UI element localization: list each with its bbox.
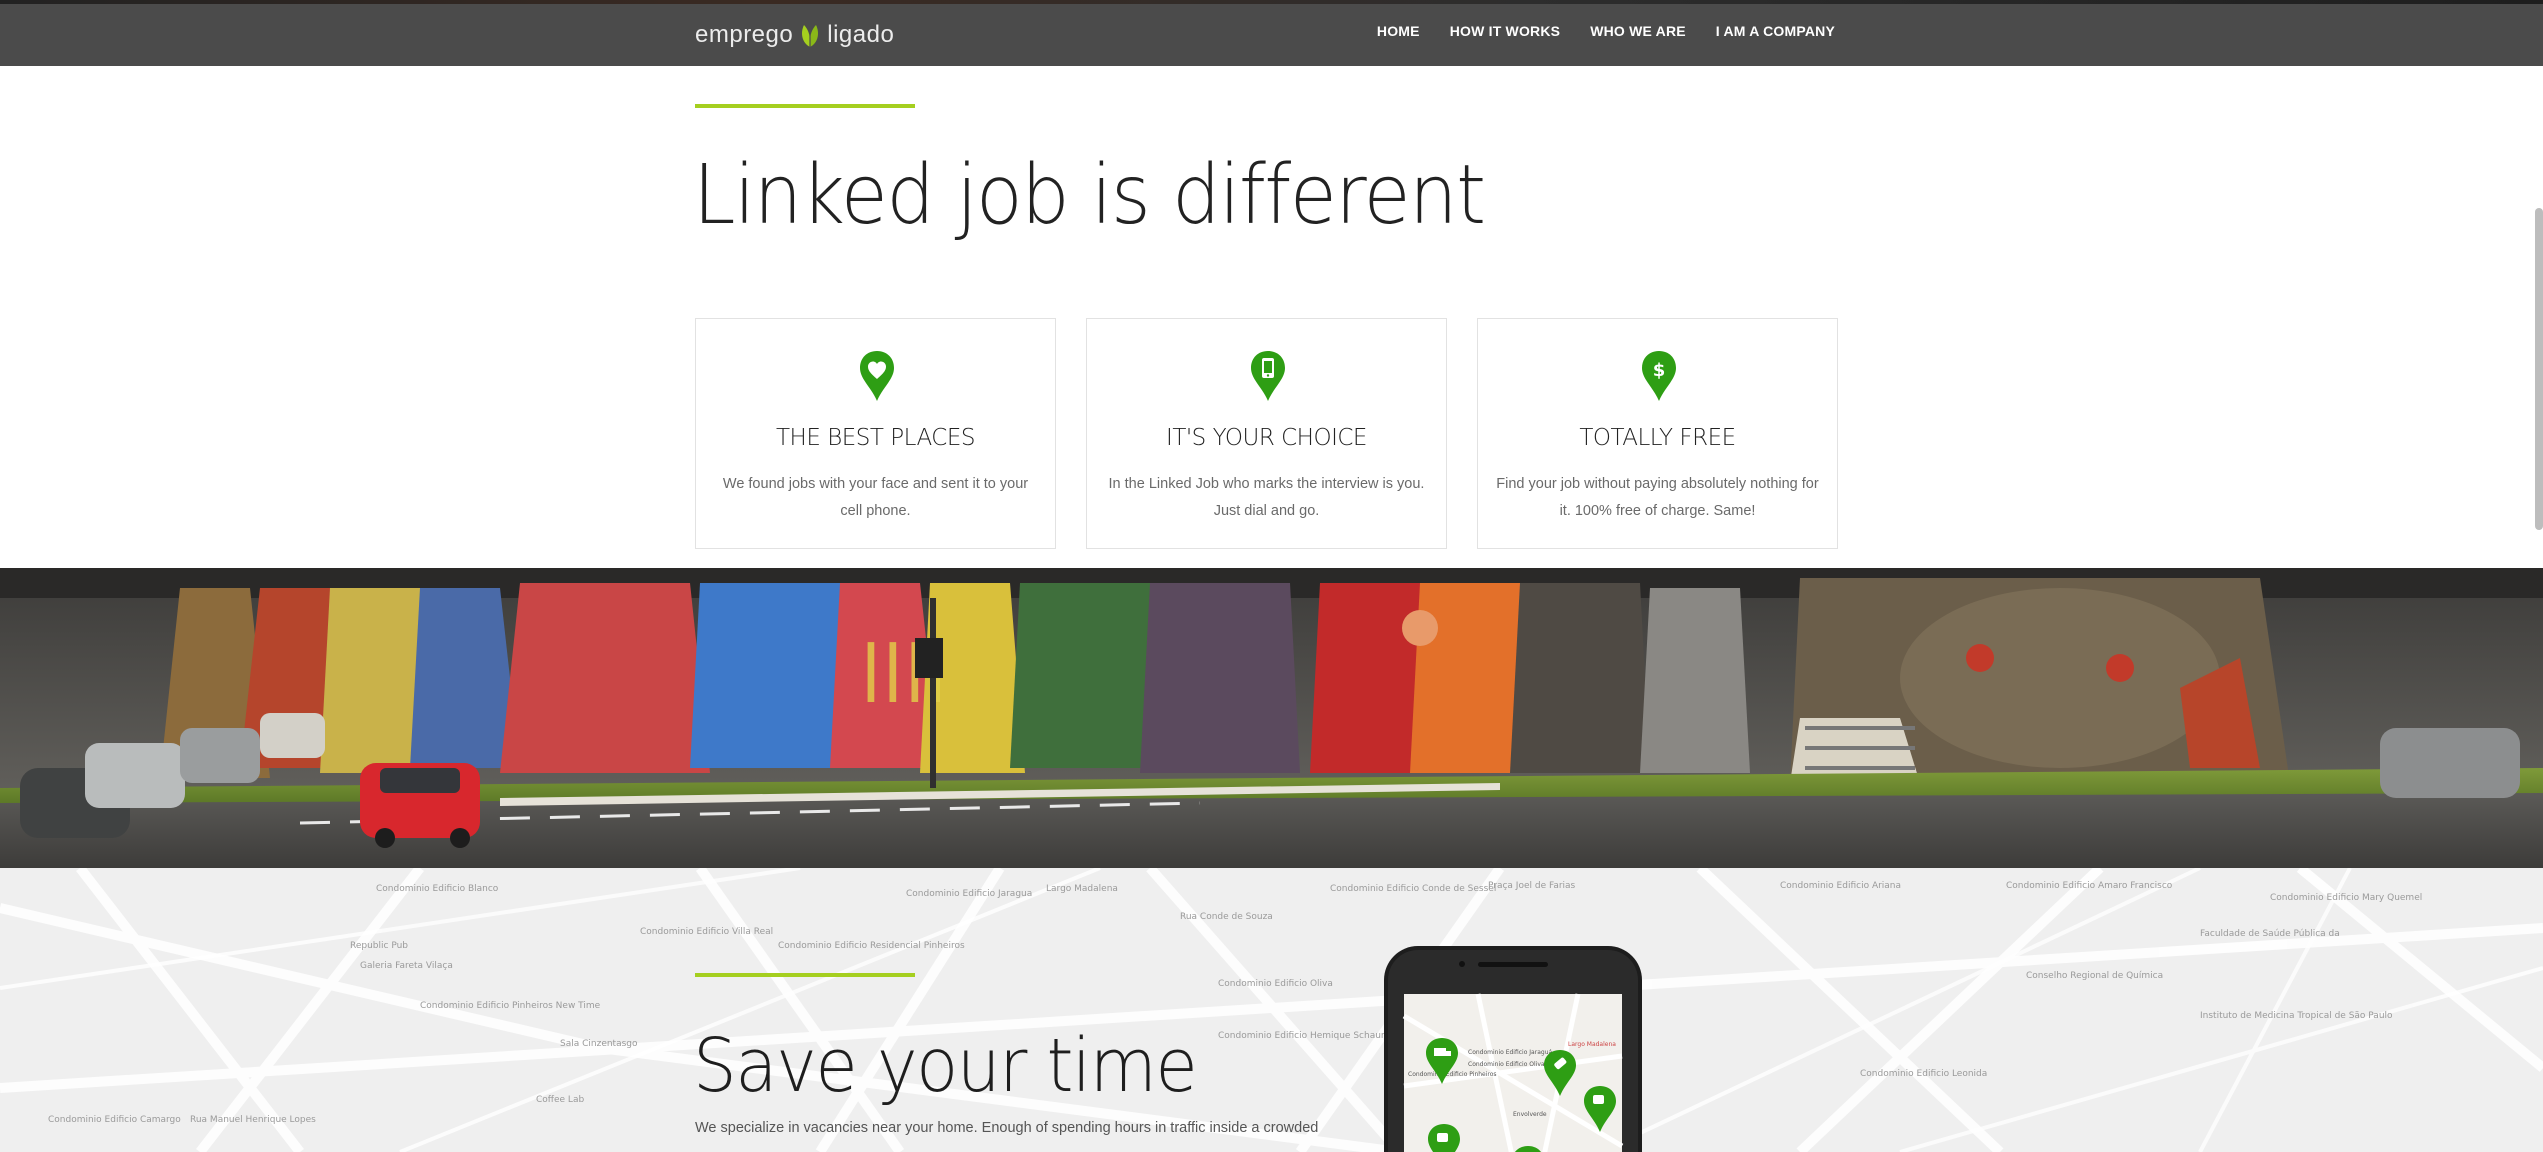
nav-home[interactable]: HOME (1377, 23, 1420, 39)
banner-illustration: |||| (0, 568, 2543, 868)
heart-pin-icon (860, 351, 894, 401)
map-label: Condominio Edificio Blanco (376, 884, 499, 894)
map-label: Condominio Edificio Oliva (1218, 979, 1333, 989)
logo-text-right: ligado (827, 21, 895, 48)
phone-map-label: Largo Madalena (1568, 1041, 1616, 1048)
phone-map-label: Condominio Edificio Jaraguá (1468, 1049, 1552, 1056)
nav-how-it-works[interactable]: HOW IT WORKS (1450, 23, 1561, 39)
map-label: Instituto de Medicina Tropical de São Pa… (2200, 1011, 2393, 1021)
map-label: Rua Conde de Souza (1180, 912, 1273, 922)
section-title: Linked job is different (693, 148, 1486, 243)
street-map-background: Condominio Edificio Blanco Condominio Ed… (0, 868, 2543, 1152)
map-label: Condominio Edificio Leonida (1860, 1069, 1987, 1079)
map-label: Condominio Edificio Residencial Pinheiro… (778, 941, 965, 951)
section-description: We specialize in vacancies near your hom… (695, 1120, 1319, 1136)
map-label: Rua Manuel Henrique Lopes (190, 1115, 316, 1125)
phone-mockup: Condominio Edificio Jaraguá Largo Madale… (1384, 946, 1642, 1152)
feature-description: We found jobs with your face and sent it… (722, 476, 1029, 519)
map-label: Condominio Edificio Jaragua (906, 889, 1032, 899)
section-accent-rule (695, 104, 915, 108)
map-label: Condominio Edificio Pinheiros New Time (420, 1001, 601, 1011)
map-label: Sala Cinzentasgo (560, 1039, 638, 1049)
graffiti-street-banner-image: |||| (0, 568, 2543, 868)
logo-text-left: emprego (695, 21, 794, 48)
main-nav: HOME HOW IT WORKS WHO WE ARE I AM A COMP… (1377, 23, 1835, 39)
map-label: Condominio Edificio Villa Real (640, 927, 773, 937)
feature-card-your-choice: IT'S YOUR CHOICE In the Linked Job who m… (1086, 318, 1447, 549)
phone-map-label: Condominio Edificio Pinheiros (1408, 1071, 1497, 1078)
nav-who-we-are[interactable]: WHO WE ARE (1590, 23, 1686, 39)
feature-title: THE BEST PLACES (776, 425, 975, 451)
svg-text:$: $ (1653, 360, 1666, 381)
map-label: Condominio Edificio Ariana (1780, 881, 1901, 891)
map-label: Condominio Edificio Mary Quemel (2270, 893, 2422, 903)
section-accent-rule (695, 973, 915, 977)
feature-title: TOTALLY FREE (1579, 425, 1736, 451)
map-label: Condominio Edificio Amaro Francisco (2006, 881, 2173, 891)
top-navbar: emprego ligado HOME HOW IT WORKS WHO WE … (0, 0, 2543, 66)
dollar-pin-icon: $ (1642, 351, 1676, 401)
map-label: Condominio Edificio Conde de Sessel (1330, 884, 1496, 894)
nav-i-am-a-company[interactable]: I AM A COMPANY (1716, 23, 1835, 39)
section-title: Save your time (693, 1023, 1198, 1109)
phone-map-label: Envolverde (1513, 1111, 1547, 1118)
phone-pin-icon (1251, 351, 1285, 401)
map-section: Condominio Edificio Blanco Condominio Ed… (0, 868, 2543, 1152)
page-scrollbar[interactable] (2535, 208, 2543, 530)
map-label: Condominio Edificio Camargo (48, 1115, 181, 1125)
feature-description: Find your job without paying absolutely … (1496, 476, 1819, 519)
map-label: Faculdade de Saúde Pública da (2200, 929, 2340, 939)
feature-title: IT'S YOUR CHOICE (1166, 425, 1367, 451)
logo[interactable]: emprego ligado (695, 16, 894, 54)
phone-map-label: Condominio Edificio Oliva (1468, 1061, 1545, 1068)
map-label: Galeria Fareta Vilaça (360, 961, 453, 971)
feature-card-totally-free: $ TOTALLY FREE Find your job without pay… (1477, 318, 1838, 549)
hero-image-strip (0, 0, 2543, 4)
leaf-logo-icon (802, 25, 819, 47)
map-label: Praça Joel de Farias (1488, 881, 1576, 891)
map-label: Coffee Lab (536, 1095, 584, 1105)
cup-icon (1428, 1124, 1460, 1152)
map-label: Largo Madalena (1046, 884, 1118, 894)
map-label: Republic Pub (350, 941, 408, 951)
map-label: Conselho Regional de Química (2026, 971, 2163, 981)
feature-card-best-places: THE BEST PLACES We found jobs with your … (695, 318, 1056, 549)
feature-description: In the Linked Job who marks the intervie… (1108, 476, 1425, 519)
